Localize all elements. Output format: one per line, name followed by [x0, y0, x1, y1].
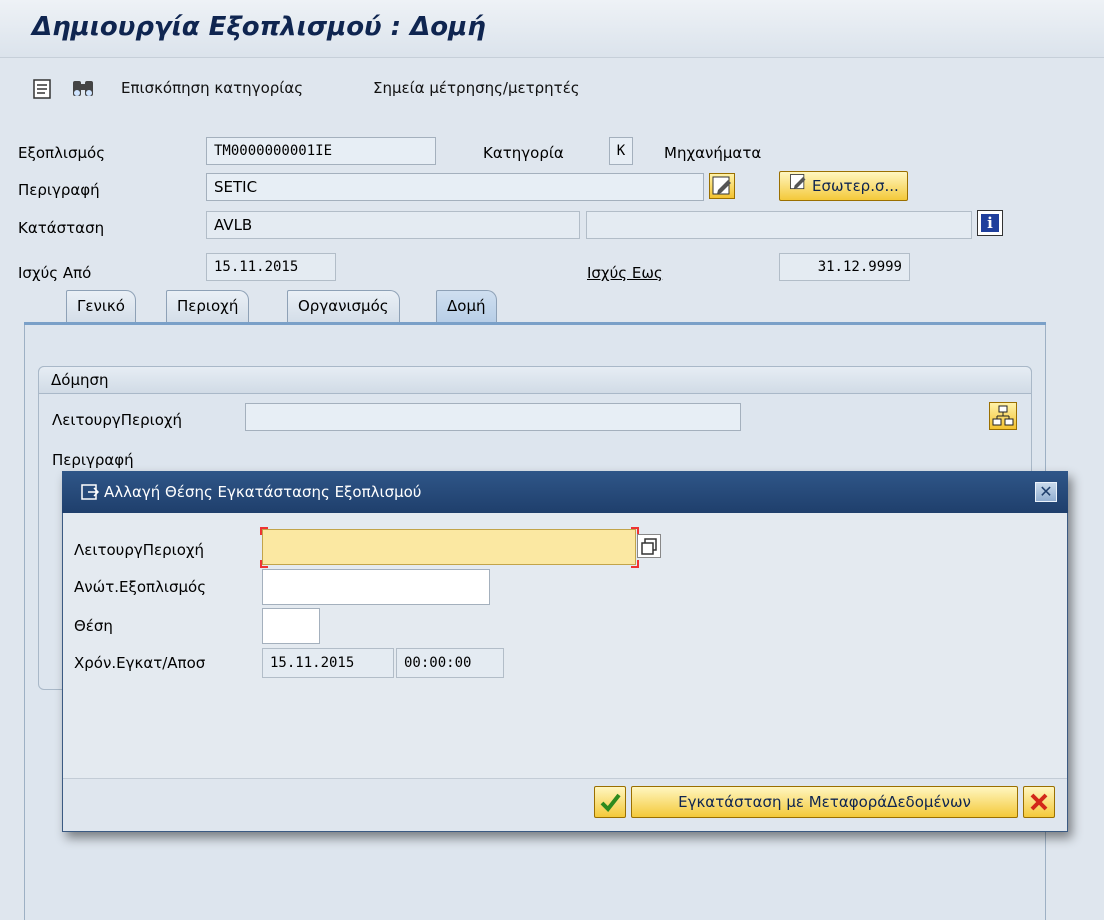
dialog-install-time-label: Χρόν.Εγκατ/Αποσ [74, 654, 206, 672]
description-label: Περιγραφή [18, 181, 100, 199]
toolbar-class-overview[interactable]: Επισκόπηση κατηγορίας [121, 79, 303, 97]
search-help-button[interactable] [637, 534, 661, 558]
tab-general[interactable]: Γενικό [66, 290, 136, 323]
equipment-field: TM0000000001IE [206, 137, 436, 165]
dialog-window-icon [80, 482, 100, 502]
dialog-close-icon[interactable]: ✕ [1035, 482, 1057, 502]
valid-from-field: 15.11.2015 [206, 253, 336, 281]
category-text: Μηχανήματα [664, 144, 762, 162]
dialog-position-label: Θέση [74, 617, 113, 635]
dialog-superior-equipment-label: Ανώτ.Εξοπλισμός [74, 578, 207, 596]
dialog-install-time-field: 00:00:00 [396, 648, 504, 678]
structure-functional-location-label: ΛειτουργΠεριοχή [52, 411, 183, 429]
status-description-field [586, 211, 972, 239]
status-field: AVLB [206, 211, 580, 239]
long-text-edit-button[interactable] [709, 173, 735, 199]
info-icon: i [981, 214, 999, 232]
valid-to-label: Ισχύς Εως [587, 264, 663, 282]
dialog-position-input[interactable] [262, 608, 320, 644]
dialog-functional-location-label: ΛειτουργΠεριοχή [74, 541, 205, 559]
tab-location[interactable]: Περιοχή [166, 290, 250, 323]
status-info-button[interactable]: i [977, 210, 1003, 236]
status-label: Κατάσταση [18, 219, 105, 237]
category-code-field: K [609, 137, 633, 165]
install-with-data-transfer-button[interactable]: Εγκατάσταση με ΜεταφοράΔεδομένων [631, 786, 1018, 818]
pencil-edit-icon [788, 172, 808, 201]
equipment-label: Εξοπλισμός [18, 144, 106, 162]
internal-note-button[interactable]: Εσωτερ.σ... [779, 171, 908, 201]
hierarchy-icon [992, 405, 1014, 426]
dialog-superior-equipment-input[interactable] [262, 569, 490, 605]
cancel-button[interactable] [1023, 786, 1055, 818]
pencil-edit-icon [712, 176, 731, 195]
confirm-button[interactable] [594, 786, 626, 818]
display-object-icon[interactable] [32, 78, 54, 100]
valid-from-label: Ισχύς Από [18, 264, 92, 282]
tab-structure[interactable]: Δομή [436, 290, 497, 324]
dialog-functional-location-input[interactable] [262, 529, 636, 565]
internal-note-label: Εσωτερ.σ... [812, 177, 899, 195]
checkmark-icon [600, 793, 621, 813]
page-title: Δημιουργία Εξοπλισμού : Δομή [32, 12, 486, 42]
dialog-title: Αλλαγή Θέσης Εγκατάστασης Εξοπλισμού [62, 471, 1068, 513]
binoculars-icon[interactable] [70, 78, 96, 100]
valid-to-field: 31.12.9999 [779, 253, 910, 281]
value-help-icon [641, 538, 657, 555]
dialog-install-date-field: 15.11.2015 [262, 648, 394, 678]
toolbar-measuring-points[interactable]: Σημεία μέτρησης/μετρητές [373, 79, 580, 97]
structure-functional-location-field [245, 403, 741, 431]
structure-group-title: Δόμηση [38, 366, 1032, 394]
tab-organization[interactable]: Οργανισμός [287, 290, 400, 323]
structure-description-label: Περιγραφή [52, 451, 134, 469]
description-field[interactable]: SETIC [206, 173, 704, 201]
category-label: Κατηγορία [483, 144, 564, 162]
cancel-x-icon [1030, 793, 1048, 811]
hierarchy-button[interactable] [989, 402, 1017, 430]
